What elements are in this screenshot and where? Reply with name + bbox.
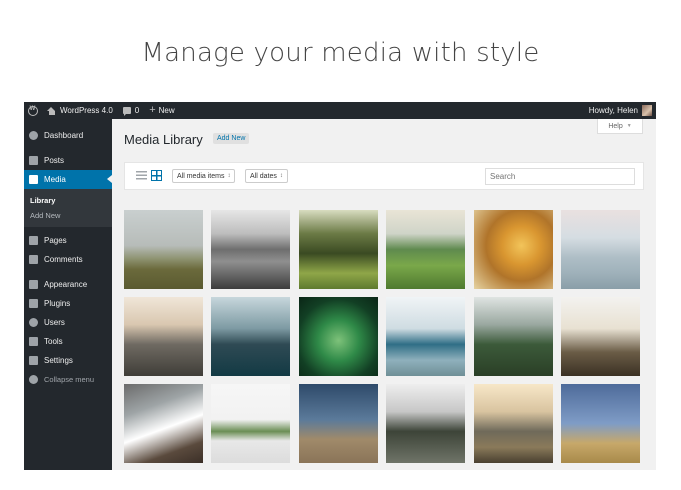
sidebar-item-label: Media	[44, 175, 66, 184]
media-thumbnail[interactable]	[561, 210, 640, 289]
sidebar-item-media[interactable]: Media	[24, 170, 112, 189]
sidebar-item-label: Appearance	[44, 280, 88, 289]
date-filter[interactable]: All dates ↕	[245, 169, 288, 183]
media-thumbnail[interactable]	[386, 384, 465, 463]
sidebar-item-posts[interactable]: Posts	[24, 151, 112, 170]
sidebar-item-users[interactable]: Users	[24, 313, 112, 332]
media-thumbnail[interactable]	[211, 210, 290, 289]
sidebar-item-comments[interactable]: Comments	[24, 250, 112, 269]
grid-view-icon[interactable]	[151, 170, 162, 181]
sidebar-item-label: Posts	[44, 156, 65, 165]
media-thumbnail[interactable]	[474, 297, 553, 376]
media-thumbnail[interactable]	[124, 297, 203, 376]
wordpress-logo-menu[interactable]	[24, 102, 42, 119]
wrench-icon	[29, 337, 38, 346]
list-view-icon[interactable]	[136, 171, 147, 181]
main-content: Help ▼ Media Library Add New All media i…	[112, 119, 656, 470]
sidebar-item-label: Comments	[44, 255, 83, 264]
admin-bar: WordPress 4.0 0 + New Howdy, Helen	[24, 102, 656, 119]
users-icon	[29, 318, 38, 327]
media-submenu: Library Add New	[24, 189, 112, 227]
media-thumbnail[interactable]	[474, 210, 553, 289]
comments-menu[interactable]: 0	[118, 102, 144, 119]
site-name-menu[interactable]: WordPress 4.0	[42, 102, 118, 119]
media-thumbnail[interactable]	[211, 297, 290, 376]
sidebar-item-pages[interactable]: Pages	[24, 231, 112, 250]
media-thumbnail[interactable]	[299, 210, 378, 289]
account-menu[interactable]: Howdy, Helen	[584, 102, 656, 119]
plug-icon	[29, 299, 38, 308]
page-title: Media Library	[124, 132, 203, 147]
pages-icon	[29, 236, 38, 245]
submenu-item-library[interactable]: Library	[24, 193, 112, 208]
submenu-item-add-new[interactable]: Add New	[24, 208, 112, 223]
sidebar-item-plugins[interactable]: Plugins	[24, 294, 112, 313]
media-thumbnail[interactable]	[474, 384, 553, 463]
media-thumbnail[interactable]	[211, 384, 290, 463]
search-input[interactable]	[485, 168, 635, 185]
pin-icon	[29, 156, 38, 165]
media-thumbnail[interactable]	[386, 210, 465, 289]
sidebar-item-label: Settings	[44, 356, 73, 365]
updown-arrow-icon: ↕	[279, 173, 283, 179]
help-tab[interactable]: Help ▼	[597, 119, 643, 134]
comments-count: 0	[134, 106, 140, 115]
sidebar-item-label: Tools	[44, 337, 63, 346]
sidebar-item-dashboard[interactable]: Dashboard	[24, 126, 112, 145]
chevron-down-icon: ▼	[626, 123, 632, 129]
site-name: WordPress 4.0	[60, 106, 113, 115]
settings-icon	[29, 356, 38, 365]
media-thumbnail[interactable]	[561, 297, 640, 376]
media-thumbnail[interactable]	[299, 297, 378, 376]
sidebar-item-label: Dashboard	[44, 131, 84, 140]
media-type-filter[interactable]: All media items ↕	[172, 169, 236, 183]
media-type-value: All media items	[177, 172, 225, 180]
greeting: Howdy, Helen	[588, 106, 638, 115]
dashboard-icon	[29, 131, 38, 140]
sidebar-item-settings[interactable]: Settings	[24, 351, 112, 370]
home-icon	[47, 106, 56, 115]
media-thumbnail[interactable]	[299, 384, 378, 463]
add-new-button[interactable]: Add New	[213, 133, 250, 144]
media-thumbnail[interactable]	[386, 297, 465, 376]
media-thumbnail[interactable]	[124, 384, 203, 463]
page-headline: Manage your media with style	[141, 38, 540, 68]
avatar	[642, 105, 652, 116]
media-toolbar: All media items ↕ All dates ↕	[124, 162, 644, 190]
wordpress-logo-icon	[28, 105, 38, 116]
sidebar-item-label: Users	[44, 318, 65, 327]
media-thumbnail[interactable]	[124, 210, 203, 289]
date-value: All dates	[250, 172, 277, 180]
media-icon	[29, 175, 38, 184]
sidebar-item-appearance[interactable]: Appearance	[24, 275, 112, 294]
wordpress-admin-window: WordPress 4.0 0 + New Howdy, Helen Dashb…	[24, 102, 656, 470]
sidebar-item-label: Plugins	[44, 299, 71, 308]
brush-icon	[29, 280, 38, 289]
comment-bubble-icon	[122, 107, 131, 116]
media-thumbnail[interactable]	[561, 384, 640, 463]
help-label: Help	[608, 122, 623, 130]
collapse-menu-button[interactable]: Collapse menu	[24, 370, 112, 389]
collapse-menu-label: Collapse menu	[44, 375, 95, 384]
comments-icon	[29, 255, 38, 264]
plus-icon: +	[149, 104, 156, 116]
new-content-menu[interactable]: + New	[144, 102, 179, 119]
sidebar-item-label: Pages	[44, 236, 67, 245]
admin-sidebar: Dashboard Posts Media Library Add New Pa…	[24, 119, 112, 470]
collapse-icon	[29, 375, 38, 384]
new-label: New	[158, 106, 175, 115]
sidebar-item-tools[interactable]: Tools	[24, 332, 112, 351]
updown-arrow-icon: ↕	[227, 173, 231, 179]
